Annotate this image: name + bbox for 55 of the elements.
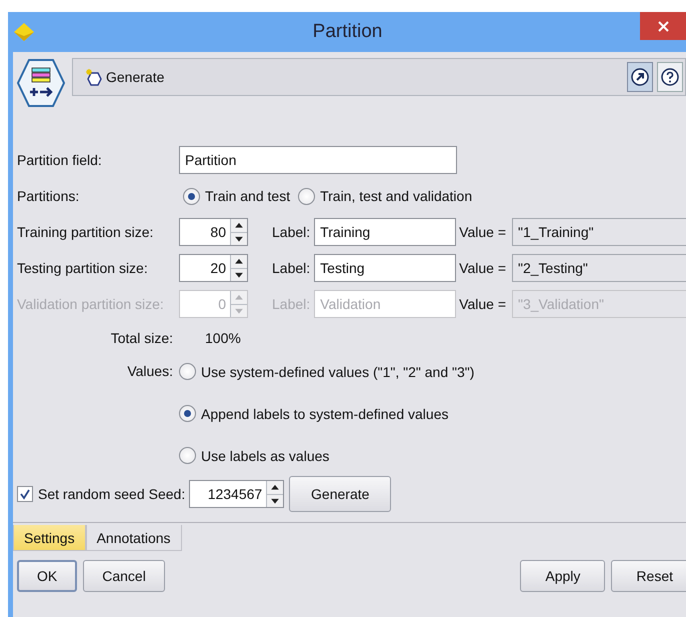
radio-label[interactable]: Train, test and validation [320, 188, 472, 204]
checkbox[interactable] [17, 486, 33, 502]
field-label: Partitions: [17, 188, 80, 204]
wand-hexagon-icon [85, 68, 103, 86]
expand-button[interactable] [627, 62, 653, 92]
radio-button[interactable] [179, 363, 196, 380]
label-input[interactable]: Training [314, 218, 456, 246]
field-label: Partition field: [17, 152, 103, 168]
field-label: Value = [459, 260, 506, 276]
value-field: "1_Training" [512, 218, 686, 246]
radio-button[interactable] [183, 188, 200, 204]
help-icon [661, 68, 679, 86]
radio-label[interactable]: Use system-defined values ("1", "2" and "3") [201, 364, 474, 380]
radio-button[interactable] [179, 405, 196, 422]
spinner-field[interactable]: 1234567 [189, 480, 284, 508]
total-size-label: Total size: [110, 330, 174, 346]
close-icon [656, 20, 670, 32]
field-label: Value = [459, 224, 506, 240]
checkbox-label[interactable]: Set random seed [38, 486, 145, 502]
diamond-icon [13, 22, 35, 42]
partition-field-input[interactable]: Partition [179, 146, 457, 174]
help-button[interactable] [657, 62, 683, 92]
dialog-button[interactable]: Reset [611, 560, 686, 592]
dialog-button[interactable]: Cancel [83, 560, 165, 592]
label-input[interactable]: Testing [314, 254, 456, 282]
close-button[interactable] [640, 12, 686, 40]
radio-button[interactable] [298, 188, 316, 204]
field-label: Validation partition size: [17, 296, 165, 312]
dialog-button[interactable]: Apply [520, 560, 606, 592]
arrow-circle-icon [631, 68, 649, 86]
radio-label[interactable]: Use labels as values [201, 448, 330, 464]
field-label: Values: [126, 362, 174, 379]
dialog-button[interactable]: OK [17, 560, 78, 592]
radio-label[interactable]: Train and test [205, 188, 290, 204]
generate-button[interactable]: Generate [289, 476, 392, 512]
check-icon [19, 488, 31, 500]
tab[interactable]: Settings [13, 525, 86, 551]
total-size-value: 100% [205, 330, 241, 346]
radio-button[interactable] [179, 447, 196, 464]
value-field: "3_Validation" [512, 290, 686, 318]
spinner-field[interactable]: 20 [179, 254, 248, 282]
field-label: Training partition size: [17, 224, 154, 240]
window-title: Partition [312, 21, 384, 43]
field-label: Testing partition size: [17, 260, 149, 276]
field-label: Label: [272, 260, 310, 276]
spinner-field[interactable]: 80 [179, 218, 248, 246]
partition-node-icon [17, 58, 65, 108]
radio-label[interactable]: Append labels to system-defined values [201, 406, 448, 422]
generate-menu[interactable]: Generate [85, 68, 164, 86]
value-field: "2_Testing" [512, 254, 686, 282]
tab[interactable]: Annotations [86, 525, 182, 551]
field-label: Value = [459, 296, 506, 312]
field-label: Seed: [148, 486, 186, 502]
field-label: Label: [272, 296, 310, 312]
field-label: Label: [272, 224, 310, 240]
